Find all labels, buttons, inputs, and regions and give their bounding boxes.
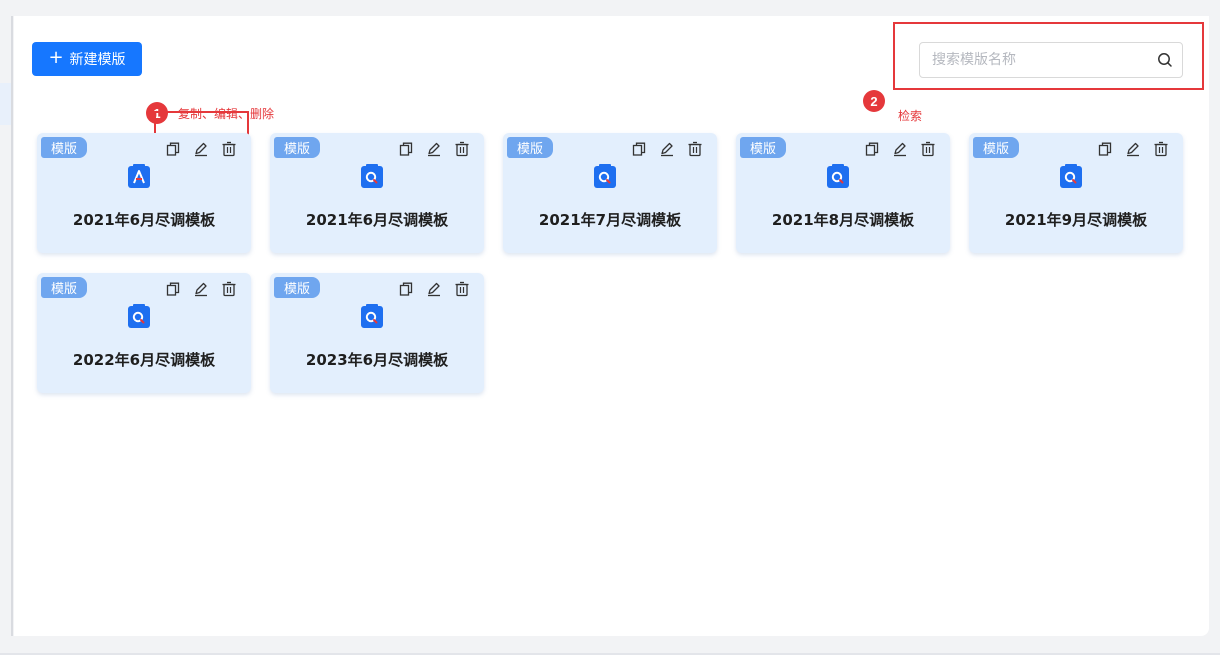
doc-search-icon: [361, 164, 383, 188]
template-card[interactable]: 模版 2021年8月尽调模板: [736, 133, 950, 253]
doc-search-icon: [594, 164, 616, 188]
delete-icon[interactable]: [687, 141, 703, 157]
edit-icon[interactable]: [426, 281, 442, 297]
template-card[interactable]: 模版 2021年9月尽调模板: [969, 133, 1183, 253]
card-actions: [631, 141, 703, 157]
edit-icon[interactable]: [892, 141, 908, 157]
delete-icon[interactable]: [454, 141, 470, 157]
template-card[interactable]: 模版 2023年6月尽调模板: [270, 273, 484, 393]
left-sidebar-edge: [0, 0, 13, 655]
card-actions: [398, 141, 470, 157]
template-tag: 模版: [41, 277, 87, 298]
template-card[interactable]: 模版 2021年6月尽调模板: [270, 133, 484, 253]
template-title: 2021年8月尽调模板: [771, 211, 915, 229]
template-tag: 模版: [41, 137, 87, 158]
delete-icon[interactable]: [1153, 141, 1169, 157]
annotation-box-2: [893, 22, 1204, 90]
template-tag: 模版: [740, 137, 786, 158]
sidebar-divider: [11, 16, 13, 636]
template-title: 2022年6月尽调模板: [72, 351, 216, 369]
annotation-marker-2: 2: [863, 90, 885, 112]
template-tag: 模版: [973, 137, 1019, 158]
card-actions: [165, 141, 237, 157]
template-tag: 模版: [507, 137, 553, 158]
plus-icon: +: [48, 47, 64, 68]
edit-icon[interactable]: [1125, 141, 1141, 157]
copy-icon[interactable]: [631, 141, 647, 157]
template-panel: + 新建模版 1 复制、编辑、删除 2 检索 模版2021年6月尽调模板模版20…: [14, 16, 1209, 636]
card-actions: [398, 281, 470, 297]
template-title: 2021年6月尽调模板: [72, 211, 216, 229]
sidebar-active-indicator: [0, 83, 11, 125]
annotation-label-2: 检索: [898, 109, 923, 123]
edit-icon[interactable]: [193, 141, 209, 157]
delete-icon[interactable]: [920, 141, 936, 157]
new-template-label: 新建模版: [69, 52, 126, 68]
template-title: 2023年6月尽调模板: [305, 351, 449, 369]
doc-search-icon: [1060, 164, 1082, 188]
copy-icon[interactable]: [165, 281, 181, 297]
delete-icon[interactable]: [221, 281, 237, 297]
doc-search-icon: [128, 304, 150, 328]
template-title: 2021年6月尽调模板: [305, 211, 449, 229]
template-tag: 模版: [274, 277, 320, 298]
template-title: 2021年9月尽调模板: [1004, 211, 1148, 229]
edit-icon[interactable]: [426, 141, 442, 157]
doc-search-icon: [361, 304, 383, 328]
template-title: 2021年7月尽调模板: [538, 211, 682, 229]
delete-icon[interactable]: [454, 281, 470, 297]
copy-icon[interactable]: [1097, 141, 1113, 157]
delete-icon[interactable]: [221, 141, 237, 157]
template-card[interactable]: 模版 2021年6月尽调模板: [37, 133, 251, 253]
doc-search-icon: [827, 164, 849, 188]
edit-icon[interactable]: [193, 281, 209, 297]
template-card[interactable]: 模版 2022年6月尽调模板: [37, 273, 251, 393]
template-card[interactable]: 模版 2021年7月尽调模板: [503, 133, 717, 253]
card-actions: [165, 281, 237, 297]
copy-icon[interactable]: [398, 281, 414, 297]
doc-a-icon: [128, 164, 150, 188]
copy-icon[interactable]: [864, 141, 880, 157]
new-template-button[interactable]: + 新建模版: [32, 42, 142, 76]
copy-icon[interactable]: [398, 141, 414, 157]
template-tag: 模版: [274, 137, 320, 158]
edit-icon[interactable]: [659, 141, 675, 157]
copy-icon[interactable]: [165, 141, 181, 157]
card-actions: [864, 141, 936, 157]
card-actions: [1097, 141, 1169, 157]
